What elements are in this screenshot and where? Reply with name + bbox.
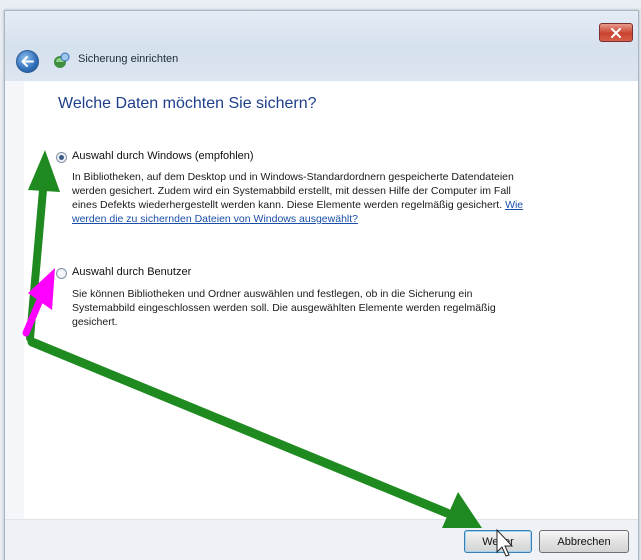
- content-panel: Welche Daten möchten Sie sichern? Auswah…: [24, 81, 638, 519]
- footer-bar: Weiter Abbrechen: [5, 519, 638, 560]
- help-link-continued[interactable]: werden die zu sichernden Dateien von Win…: [72, 213, 358, 225]
- option-user-description: Sie können Bibliotheken und Ordner auswä…: [72, 287, 496, 329]
- back-arrow-icon: [21, 56, 34, 67]
- close-button[interactable]: [599, 23, 633, 42]
- description-line: In Bibliotheken, auf dem Desktop und in …: [72, 171, 514, 183]
- backup-icon: [54, 52, 70, 68]
- description-line: werden gesichert. Zudem wird ein Systema…: [72, 185, 511, 197]
- window-title: Sicherung einrichten: [78, 53, 179, 65]
- description-line: Systemabbild eingeschlossen werden soll.…: [72, 302, 496, 314]
- next-button[interactable]: Weiter: [464, 530, 532, 553]
- radio-windows-choice[interactable]: [56, 152, 67, 163]
- page-heading: Welche Daten möchten Sie sichern?: [58, 95, 317, 112]
- option-windows-description: In Bibliotheken, auf dem Desktop und in …: [72, 170, 523, 226]
- description-line: gesichert.: [72, 316, 118, 328]
- description-line: werden die zu sichernden Dateien von Win…: [72, 212, 523, 226]
- title-bar: Sicherung einrichten: [5, 11, 638, 81]
- backup-setup-window: Sicherung einrichten Welche Daten möchte…: [4, 10, 639, 560]
- description-line: Sie können Bibliotheken und Ordner auswä…: [72, 288, 473, 300]
- close-icon: [611, 27, 621, 38]
- option-user-label[interactable]: Auswahl durch Benutzer: [72, 266, 191, 278]
- description-text: eines Defekts wiederhergestellt werden k…: [72, 199, 503, 211]
- radio-user-choice[interactable]: [56, 268, 67, 279]
- help-link[interactable]: Wie: [505, 199, 523, 211]
- option-windows-label[interactable]: Auswahl durch Windows (empfohlen): [72, 150, 254, 162]
- cancel-button[interactable]: Abbrechen: [539, 530, 629, 553]
- back-button[interactable]: [16, 50, 39, 73]
- description-line: eines Defekts wiederhergestellt werden k…: [72, 198, 523, 212]
